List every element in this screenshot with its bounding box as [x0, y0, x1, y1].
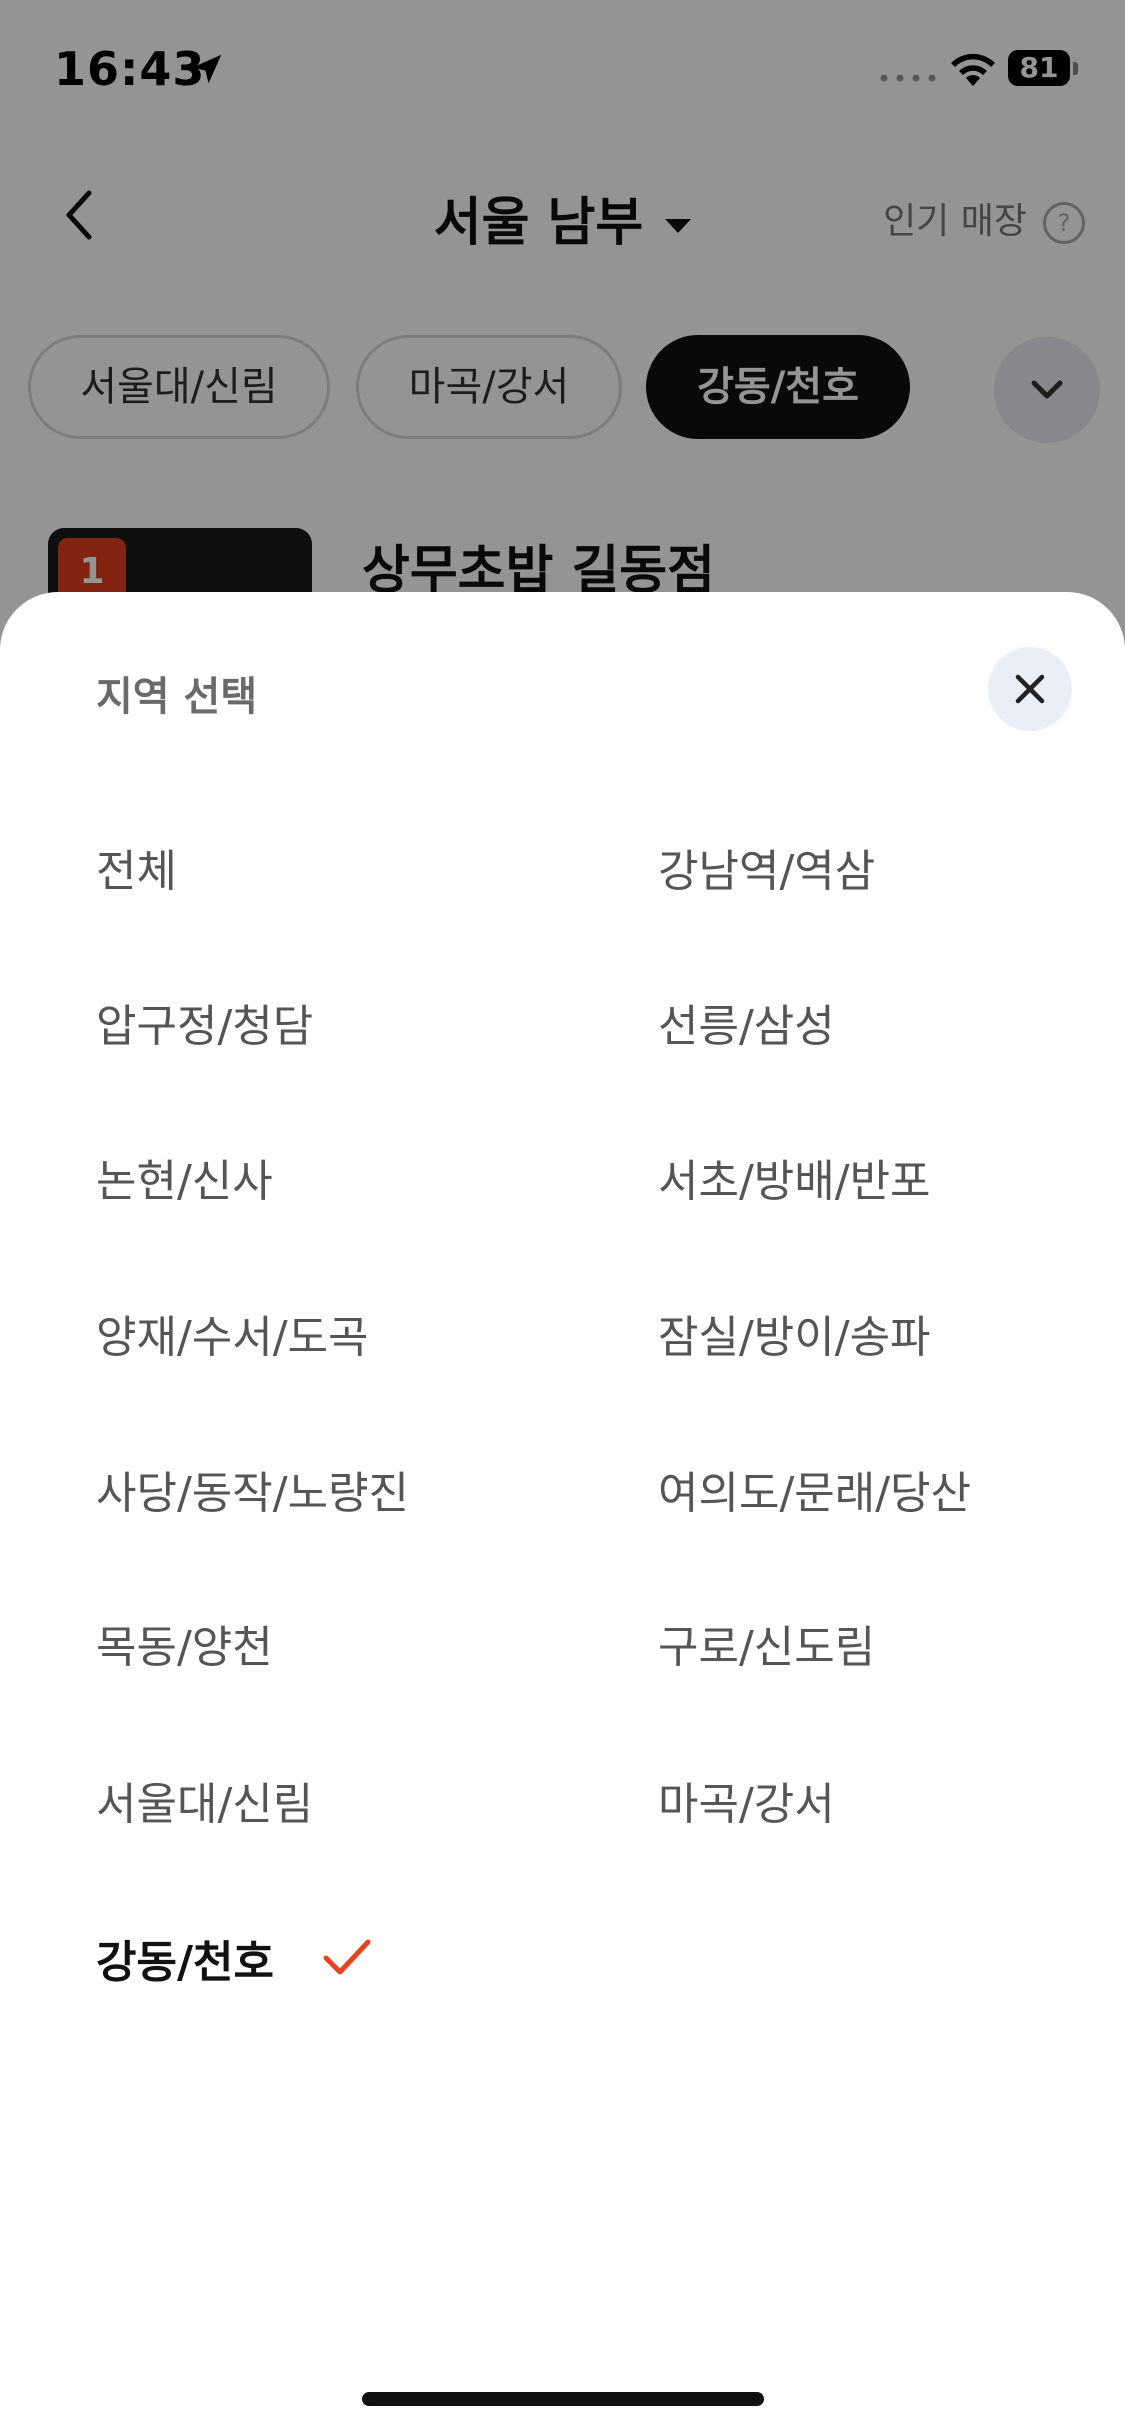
region-item-seouldae[interactable]: 서울대/신림: [96, 1768, 313, 1832]
sheet-title: 지역 선택: [96, 674, 258, 720]
home-indicator: [362, 2392, 764, 2406]
region-item-yeouido[interactable]: 여의도/문래/당산: [658, 1457, 971, 1521]
region-item-jamsil[interactable]: 잠실/방이/송파: [658, 1301, 931, 1365]
region-item-gangdong[interactable]: 강동/천호: [96, 1926, 274, 1990]
region-item-magok[interactable]: 마곡/강서: [658, 1768, 835, 1832]
region-item-guro[interactable]: 구로/신도림: [658, 1611, 875, 1675]
region-item-all[interactable]: 전체: [96, 835, 177, 899]
region-item-gangnam[interactable]: 강남역/역삼: [658, 835, 875, 899]
region-item-yangjae[interactable]: 양재/수서/도곡: [96, 1301, 369, 1365]
close-icon[interactable]: [988, 647, 1072, 731]
region-select-sheet: 지역 선택 전체 압구정/청담 논현/신사 양재/수서/도곡 사당/동작/노량진…: [0, 592, 1125, 2436]
region-item-sadang[interactable]: 사당/동작/노량진: [96, 1457, 409, 1521]
check-icon: [323, 1939, 371, 1975]
region-item-mokdong[interactable]: 목동/양천: [96, 1611, 273, 1675]
region-item-apgujeong[interactable]: 압구정/청담: [96, 990, 313, 1054]
region-item-seolleung[interactable]: 선릉/삼성: [658, 990, 835, 1054]
screen: 16:43 81 서울 남부 인기 매장? 서울대/신림 마곡/강서 강동/천호…: [0, 0, 1125, 2436]
region-item-seocho[interactable]: 서초/방배/반포: [658, 1145, 931, 1209]
region-item-nonhyeon[interactable]: 논현/신사: [96, 1145, 273, 1209]
